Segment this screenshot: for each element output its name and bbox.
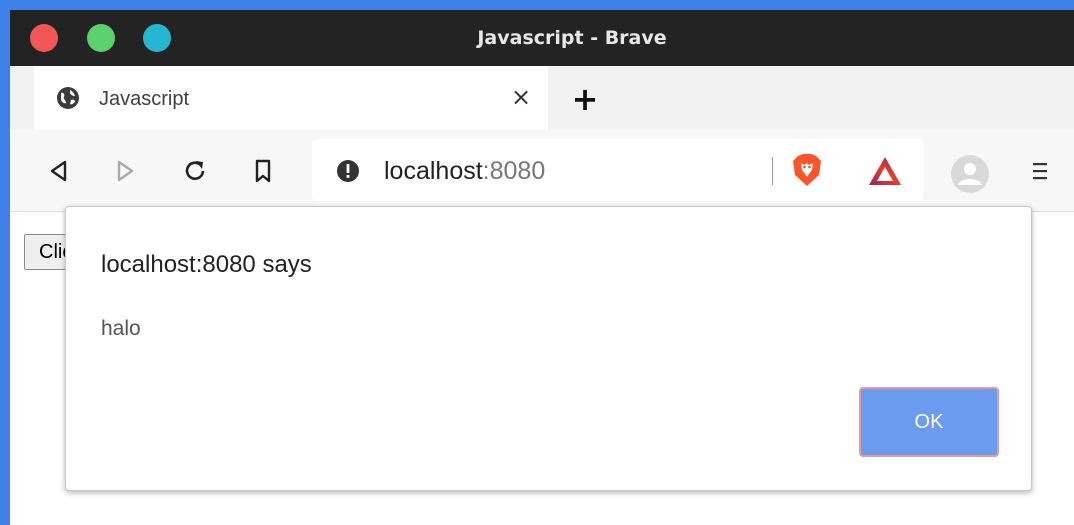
window-title: Javascript - Brave — [477, 27, 667, 49]
globe-icon — [56, 86, 80, 110]
avatar-icon[interactable] — [950, 154, 990, 194]
title-bar: Javascript - Brave — [10, 10, 1074, 66]
brave-rewards-icon[interactable] — [867, 155, 903, 187]
dialog-title: localhost:8080 says — [101, 251, 312, 278]
brave-shields-icon[interactable] — [792, 153, 822, 187]
tab-strip: Javascript × — [10, 66, 1074, 130]
new-tab-button[interactable]: + — [570, 83, 600, 115]
tab-title: Javascript — [99, 88, 190, 110]
url-port: :8080 — [482, 157, 546, 185]
ok-button[interactable]: OK — [859, 387, 999, 457]
info-icon[interactable] — [336, 159, 360, 183]
tab-javascript[interactable]: Javascript × — [34, 66, 548, 130]
address-bar-divider — [772, 157, 773, 185]
reload-icon[interactable] — [182, 158, 208, 184]
url-host: localhost — [384, 157, 483, 185]
close-tab-icon[interactable]: × — [508, 84, 534, 110]
alert-dialog: localhost:8080 says halo OK — [65, 206, 1032, 491]
bookmark-icon[interactable] — [250, 158, 276, 184]
toolbar: localhost:8080 — [10, 130, 1074, 212]
forward-icon[interactable] — [112, 158, 138, 184]
browser-window: Javascript - Brave Javascript × + localh… — [10, 10, 1074, 525]
back-icon[interactable] — [46, 158, 72, 184]
address-bar[interactable]: localhost:8080 — [312, 139, 924, 201]
hamburger-menu-icon[interactable] — [1030, 160, 1050, 182]
url-text: localhost:8080 — [384, 139, 545, 201]
dialog-message: halo — [101, 317, 141, 340]
